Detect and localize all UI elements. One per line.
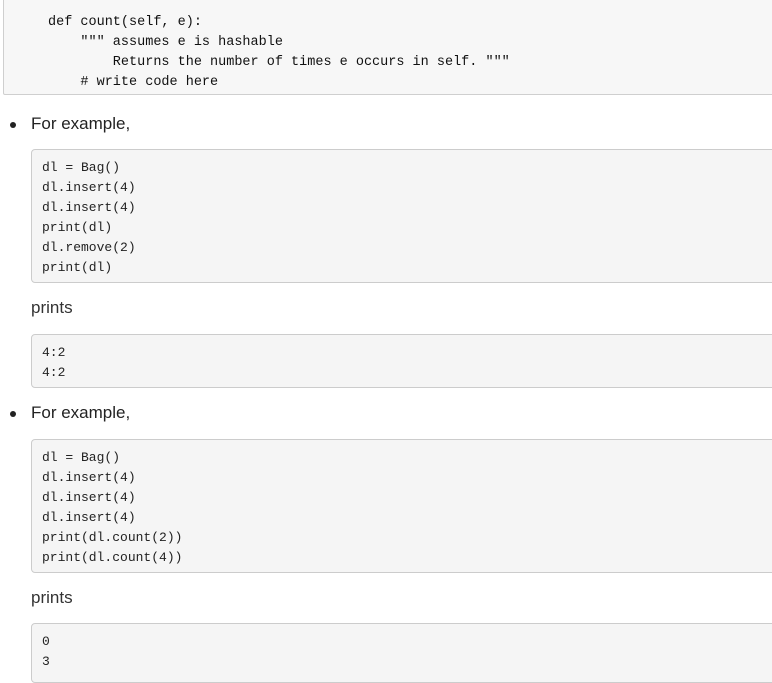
code-line: Returns the number of times e occurs in … (48, 55, 510, 70)
example-code-block: dl = Bag() dl.insert(4) dl.insert(4) pri… (31, 149, 772, 283)
output-code-block: 0 3 (31, 623, 772, 683)
code-line: # write code here (48, 75, 219, 90)
prints-label: prints (31, 298, 73, 317)
bullet-icon (10, 122, 16, 128)
method-code: def count(self, e): """ assumes e is has… (48, 13, 510, 93)
method-code-block: def count(self, e): """ assumes e is has… (3, 0, 772, 95)
bullet-icon (10, 411, 16, 417)
example-code: dl = Bag() dl.insert(4) dl.insert(4) pri… (42, 160, 136, 275)
example-code: dl = Bag() dl.insert(4) dl.insert(4) dl.… (42, 450, 183, 565)
code-line: """ assumes e is hashable (48, 35, 283, 50)
output-code-block: 4:2 4:2 (31, 334, 772, 388)
prints-label: prints (31, 588, 73, 607)
example-intro: For example, (31, 114, 131, 133)
example-output: 0 3 (42, 634, 50, 669)
example-code-block: dl = Bag() dl.insert(4) dl.insert(4) dl.… (31, 439, 772, 573)
example-output: 4:2 4:2 (42, 345, 66, 380)
example-intro: For example, (31, 403, 131, 422)
code-line: def count(self, e): (48, 15, 202, 30)
